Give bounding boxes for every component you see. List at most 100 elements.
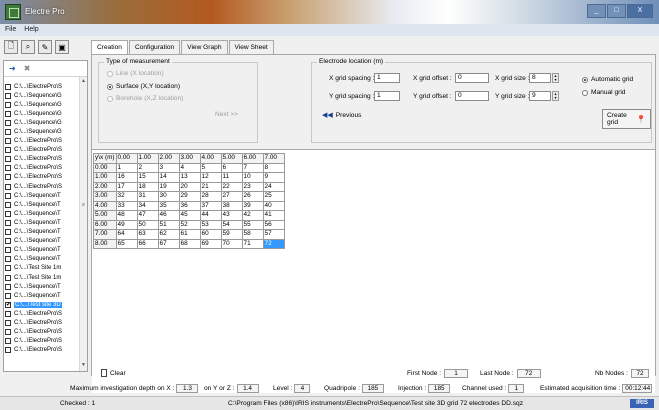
file-checkbox[interactable] bbox=[5, 156, 11, 163]
file-list-item[interactable]: C:\...\Test Site 1m bbox=[4, 264, 80, 273]
grid-cell[interactable]: 37 bbox=[199, 200, 222, 211]
tab-view-graph[interactable]: View Graph bbox=[181, 40, 228, 54]
file-list-item[interactable]: C:\...\Sequence\G bbox=[4, 91, 80, 100]
file-list-item[interactable]: C:\...\ElectrePro\S bbox=[4, 337, 80, 346]
radio-borehole-dot[interactable] bbox=[107, 95, 113, 102]
grid-cell[interactable]: 11 bbox=[220, 172, 243, 183]
file-list-item[interactable]: C:\...\Sequence\G bbox=[4, 118, 80, 127]
grid-cell[interactable]: 25 bbox=[262, 191, 285, 202]
scroll-up-icon[interactable]: ▲ bbox=[80, 77, 87, 85]
grid-cell[interactable]: 43 bbox=[220, 210, 243, 221]
menu-help[interactable]: Help bbox=[24, 24, 38, 36]
file-list-item[interactable]: C:\...\ElectrePro\S bbox=[4, 164, 80, 173]
grid-cell[interactable]: 67 bbox=[157, 238, 180, 249]
file-list-item[interactable]: C:\...\ElectrePro\S bbox=[4, 318, 80, 327]
file-checkbox[interactable] bbox=[5, 319, 11, 326]
file-checkbox[interactable] bbox=[5, 147, 11, 154]
grid-cell[interactable]: 63 bbox=[136, 229, 159, 240]
radio-surface-dot[interactable] bbox=[107, 83, 113, 90]
grid-cell[interactable]: 6 bbox=[220, 162, 243, 173]
grid-cell[interactable]: 38 bbox=[220, 200, 243, 211]
radio-borehole[interactable]: Borehole (X,Z location) bbox=[107, 95, 183, 102]
grid-cell[interactable]: 62 bbox=[157, 229, 180, 240]
file-checkbox[interactable] bbox=[5, 119, 11, 126]
x-spacing-input[interactable]: 1 bbox=[374, 73, 400, 83]
file-list-item[interactable]: C:\...\ElectrePro\S bbox=[4, 146, 80, 155]
grid-cell[interactable]: 41 bbox=[262, 210, 285, 221]
grid-cell[interactable]: 19 bbox=[157, 181, 180, 192]
minimize-button[interactable]: _ bbox=[587, 4, 606, 18]
grid-cell[interactable]: 66 bbox=[136, 238, 159, 249]
file-checkbox[interactable] bbox=[5, 192, 11, 199]
file-checkbox[interactable] bbox=[5, 165, 11, 172]
close-button[interactable]: X bbox=[627, 4, 653, 18]
grid-cell[interactable]: 68 bbox=[178, 238, 201, 249]
file-checkbox[interactable] bbox=[5, 292, 11, 299]
grid-cell[interactable]: 33 bbox=[115, 200, 138, 211]
grid-cell[interactable]: 24 bbox=[262, 181, 285, 192]
delete-icon[interactable]: ✖ bbox=[24, 64, 31, 73]
grid-cell[interactable]: 30 bbox=[157, 191, 180, 202]
file-checkbox[interactable] bbox=[5, 129, 11, 136]
grid-cell[interactable]: 59 bbox=[220, 229, 243, 240]
grid-cell[interactable]: 45 bbox=[178, 210, 201, 221]
grid-cell[interactable]: 54 bbox=[220, 219, 243, 230]
file-list-item[interactable]: C:\...\Sequence\T bbox=[4, 191, 80, 200]
grid-cell[interactable]: 1 bbox=[115, 162, 138, 173]
tab-creation[interactable]: Creation bbox=[91, 40, 128, 55]
grid-cell[interactable]: 4 bbox=[178, 162, 201, 173]
file-checkbox[interactable] bbox=[5, 338, 11, 345]
grid-cell[interactable]: 7 bbox=[241, 162, 264, 173]
grid-cell[interactable]: 8 bbox=[262, 162, 285, 173]
file-list-item[interactable]: C:\...\Sequence\G bbox=[4, 100, 80, 109]
file-list-item[interactable]: C:\...\Sequence\T bbox=[4, 218, 80, 227]
file-list-item[interactable]: C:\...\Sequence\T bbox=[4, 209, 80, 218]
file-list-item[interactable]: C:\...\Sequence\T bbox=[4, 246, 80, 255]
grid-cell[interactable]: 60 bbox=[199, 229, 222, 240]
y-offset-input[interactable]: 0 bbox=[455, 91, 489, 101]
file-list-item[interactable]: C:\...\ElectrePro\S bbox=[4, 82, 80, 91]
grid-cell[interactable]: 12 bbox=[199, 172, 222, 183]
grid-cell[interactable]: 23 bbox=[241, 181, 264, 192]
grid-cell[interactable]: 5 bbox=[199, 162, 222, 173]
file-checkbox[interactable] bbox=[5, 210, 11, 217]
grid-cell[interactable]: 28 bbox=[199, 191, 222, 202]
file-list-item[interactable]: ✔ C:\...\Test site 3D bbox=[4, 300, 80, 309]
grid-cell[interactable]: 53 bbox=[199, 219, 222, 230]
radio-line[interactable]: Line (X location) bbox=[107, 70, 164, 77]
next-button[interactable]: Next >> bbox=[215, 111, 238, 118]
grid-cell[interactable]: 71 bbox=[241, 238, 264, 249]
file-checkbox[interactable] bbox=[5, 83, 11, 90]
file-list-item[interactable]: C:\...\ElectrePro\S bbox=[4, 137, 80, 146]
y-size-stepper[interactable]: ▴ ▾ bbox=[552, 91, 559, 101]
radio-manual-dot[interactable] bbox=[582, 89, 588, 96]
x-offset-input[interactable]: 0 bbox=[455, 73, 489, 83]
file-list-item[interactable]: C:\...\ElectrePro\S bbox=[4, 346, 80, 355]
previous-button[interactable]: ◀◀ Previous bbox=[322, 111, 361, 120]
clear-button[interactable]: Clear bbox=[101, 369, 126, 377]
file-checkbox[interactable] bbox=[5, 92, 11, 99]
file-list-scrollbar[interactable]: ▲ ≡ ▼ bbox=[79, 77, 87, 371]
grid-cell[interactable]: 21 bbox=[199, 181, 222, 192]
grid-cell[interactable]: 2 bbox=[136, 162, 159, 173]
y-spacing-input[interactable]: 1 bbox=[374, 91, 400, 101]
grid-cell[interactable]: 34 bbox=[136, 200, 159, 211]
file-checkbox[interactable]: ✔ bbox=[5, 301, 11, 308]
file-checkbox[interactable] bbox=[5, 265, 11, 272]
file-checkbox[interactable] bbox=[5, 347, 11, 354]
file-list-item[interactable]: C:\...\Test Site 1m bbox=[4, 273, 80, 282]
create-grid-button[interactable]: Create grid 📍 bbox=[602, 109, 651, 129]
grid-cell[interactable]: 22 bbox=[220, 181, 243, 192]
menu-file[interactable]: File bbox=[5, 24, 16, 36]
grid-cell[interactable]: 42 bbox=[241, 210, 264, 221]
grid-cell[interactable]: 57 bbox=[262, 229, 285, 240]
grid-cell[interactable]: 10 bbox=[241, 172, 264, 183]
file-checkbox[interactable] bbox=[5, 110, 11, 117]
grid-cell[interactable]: 16 bbox=[115, 172, 138, 183]
file-checkbox[interactable] bbox=[5, 229, 11, 236]
grid-cell[interactable]: 61 bbox=[178, 229, 201, 240]
grid-cell[interactable]: 46 bbox=[157, 210, 180, 221]
grid-cell[interactable]: 58 bbox=[241, 229, 264, 240]
grid-cell[interactable]: 56 bbox=[262, 219, 285, 230]
file-checkbox[interactable] bbox=[5, 183, 11, 190]
